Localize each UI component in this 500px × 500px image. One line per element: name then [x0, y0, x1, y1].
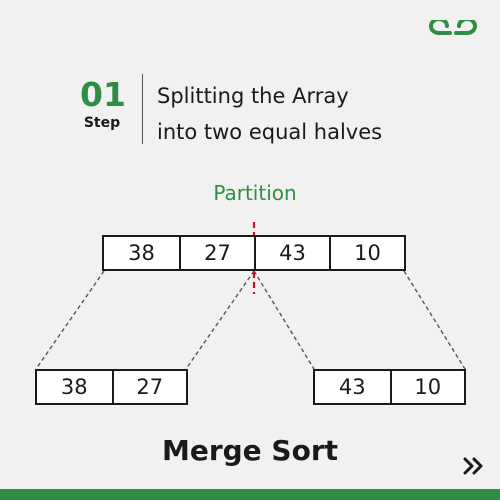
array-cell: 10 [389, 371, 465, 403]
step-title-line-2: into two equal halves [157, 120, 383, 144]
array-cell: 38 [60, 375, 88, 399]
step-title: Splitting the Array into two equal halve… [157, 78, 457, 150]
array-cell: 27 [111, 371, 187, 403]
array-cell: 43 [338, 375, 366, 399]
step-label: Step [83, 115, 121, 131]
step-divider [142, 74, 143, 144]
partition-label: Partition [213, 181, 297, 205]
step-title-line-1: Splitting the Array [157, 84, 349, 108]
gfg-logo-icon [429, 20, 477, 36]
array-cell: 43 [254, 237, 329, 269]
right-half-array: 43 10 [313, 369, 466, 405]
bottom-accent-bar [0, 489, 500, 500]
left-half-array: 38 27 [35, 369, 188, 405]
step-number: 01 [80, 75, 126, 114]
double-chevron-right-icon[interactable] [462, 456, 484, 476]
array-cell: 10 [329, 237, 404, 269]
array-cell: 38 [128, 241, 155, 265]
connector-right-inner [253, 270, 315, 370]
footer-title: Merge Sort [161, 434, 339, 467]
array-cell: 27 [179, 237, 254, 269]
connector-left-inner [185, 270, 255, 370]
connector-left-outer [35, 270, 105, 370]
full-array: 38 27 43 10 [102, 235, 406, 271]
connector-right-outer [403, 270, 466, 370]
